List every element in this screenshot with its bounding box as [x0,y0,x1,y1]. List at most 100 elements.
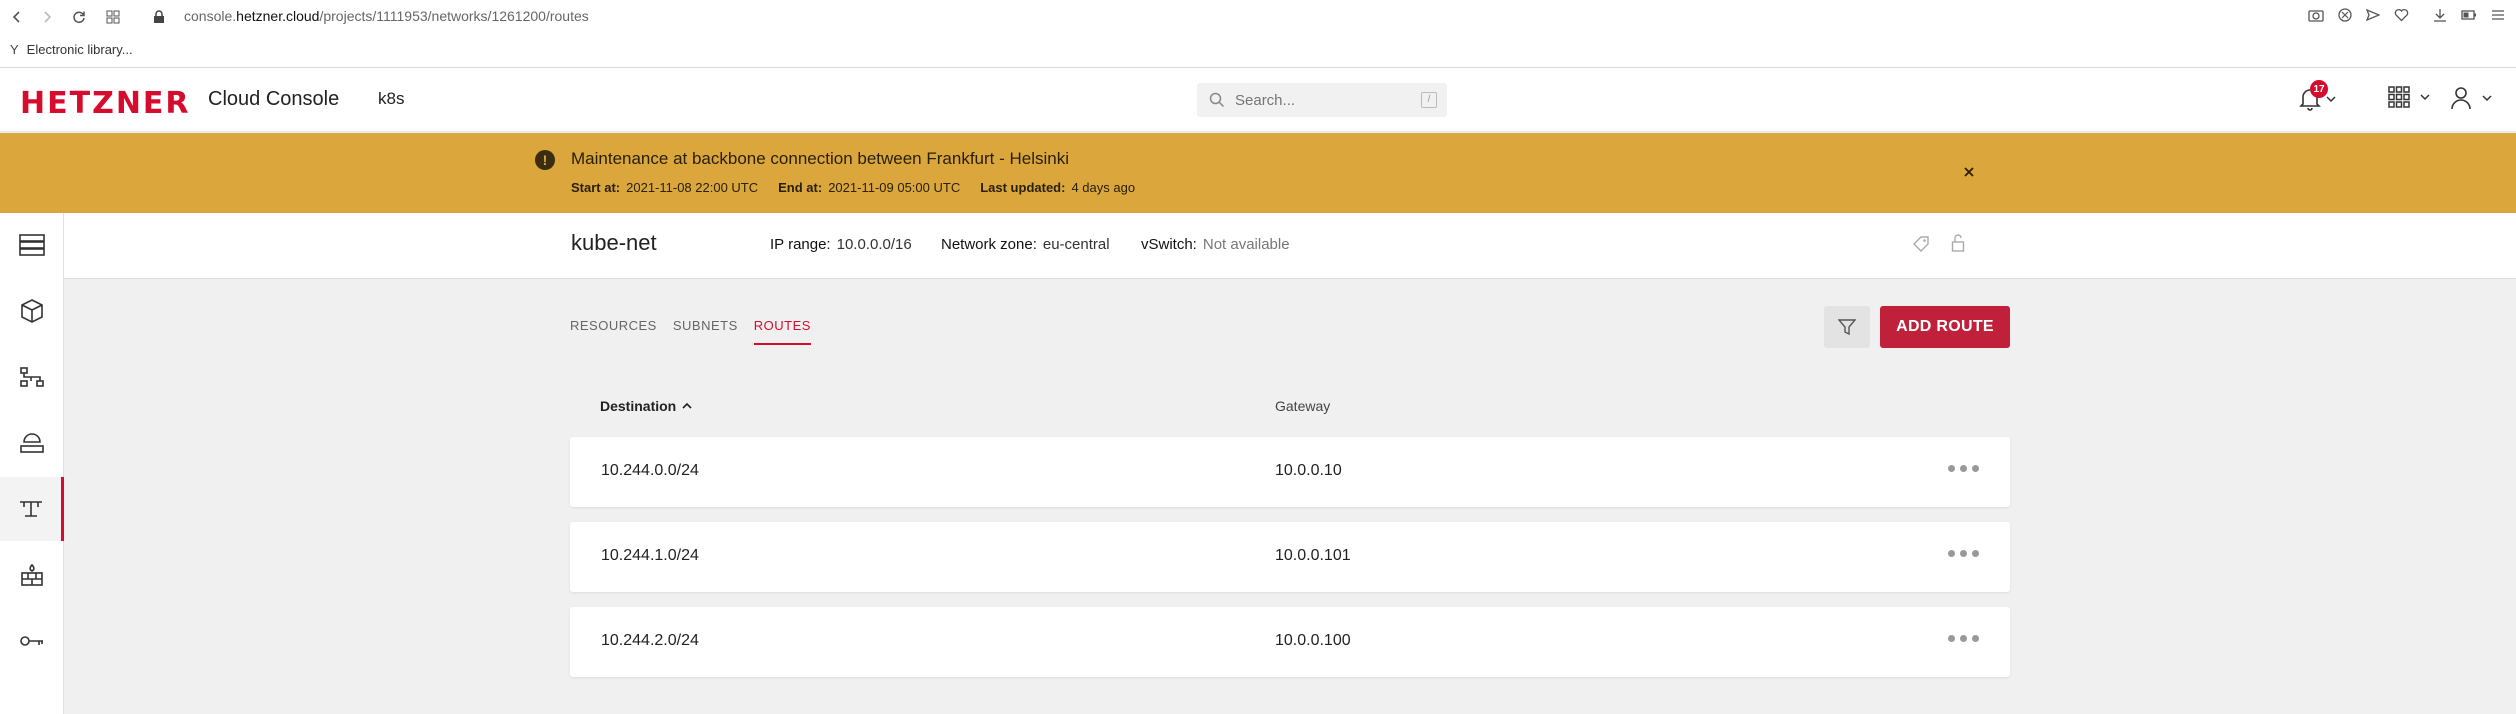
routes-table-header: Destination Gateway [570,395,2010,419]
download-icon[interactable] [2433,8,2447,22]
browser-toolbar [2308,8,2505,22]
menu-icon[interactable] [2491,9,2505,21]
notifications-button[interactable]: 17 [2298,80,2336,112]
url-prefix: console. [184,8,237,24]
table-row[interactable]: 10.244.2.0/24 10.0.0.100 [570,607,2010,677]
tab-subnets[interactable]: SUBNETS [673,318,738,345]
apps-grid-icon[interactable] [102,6,124,28]
tab-routes[interactable]: ROUTES [753,318,811,345]
sidebar-item-networks[interactable] [0,477,64,541]
route-destination: 10.244.1.0/24 [601,547,699,564]
ip-range-value: 10.0.0.0/16 [836,236,912,253]
unlock-icon[interactable] [1951,233,1965,253]
table-row[interactable]: 10.244.1.0/24 10.0.0.101 [570,522,2010,592]
shield-icon[interactable] [2338,8,2352,22]
more-options-icon[interactable] [1948,635,1979,642]
url-path: /projects/1111953/networks/1261200/route… [319,8,589,24]
column-gateway[interactable]: Gateway [1275,398,1330,414]
route-gateway: 10.0.0.100 [1275,632,1351,649]
route-destination: 10.244.0.0/24 [601,462,699,479]
bookmarks-bar: Y Electronic library... [10,42,133,57]
forward-icon[interactable] [36,6,58,28]
label-tag-icon[interactable] [1912,235,1930,253]
user-icon [2451,87,2471,110]
updated-label: Last updated: [980,180,1066,195]
more-options-icon[interactable] [1948,550,1979,557]
chevron-down-icon [2420,94,2430,101]
route-gateway: 10.0.0.101 [1275,547,1351,564]
more-options-icon[interactable] [1948,465,1979,472]
sidebar-item-firewalls[interactable] [0,543,64,607]
search-icon [1209,92,1225,108]
apps-grid-icon [2388,86,2410,108]
user-menu-button[interactable] [2450,86,2492,110]
sidebar [0,213,64,714]
add-route-button[interactable]: ADD ROUTE [1880,306,2010,348]
bookmark-link[interactable]: Electronic library... [27,42,133,57]
sort-ascending-icon [682,402,692,409]
route-gateway: 10.0.0.10 [1275,462,1342,479]
app-header: HETZNER Cloud Console k8s / 17 [0,68,2516,132]
ip-range-label: IP range: [770,236,831,253]
end-value: 2021-11-09 05:00 UTC [828,180,961,195]
heart-icon[interactable] [2394,8,2409,22]
load-balancer-icon [20,367,44,387]
end-label: End at: [778,180,823,195]
vswitch-label: vSwitch: [1141,236,1197,253]
back-icon[interactable] [6,6,28,28]
security-key-icon [20,636,43,646]
column-destination-label: Destination [600,398,677,414]
ip-range: IP range: 10.0.0.0/16 [770,236,912,253]
search-box[interactable]: / [1197,83,1447,117]
chevron-down-icon [2326,96,2336,103]
network-details-bar: kube-net IP range: 10.0.0.0/16 Network zo… [64,213,2516,279]
browser-chrome: console.hetzner.cloud/projects/1111953/n… [0,0,2516,68]
sidebar-item-servers[interactable] [0,213,64,277]
camera-icon[interactable] [2308,8,2324,22]
project-name[interactable]: k8s [378,89,404,109]
filter-icon [1838,319,1856,336]
servers-icon [19,234,45,256]
network-zone: Network zone: eu-central [941,236,1110,253]
sidebar-item-floating-ips[interactable] [0,411,64,475]
bookmark-favicon-icon: Y [10,42,19,57]
updated-value: 4 days ago [1071,180,1136,195]
networks-icon [19,501,42,517]
address-bar[interactable]: console.hetzner.cloud/projects/1111953/n… [184,8,589,24]
banner-details: Start at: 2021-11-08 22:00 UTC End at: 202… [571,180,1135,195]
vswitch-value: Not available [1202,236,1290,253]
search-shortcut-key: / [1421,92,1437,108]
network-zone-label: Network zone: [941,236,1037,253]
filter-button[interactable] [1824,306,1870,348]
network-zone-value: eu-central [1042,236,1110,253]
sidebar-item-load-balancers[interactable] [0,345,64,409]
start-value: 2021-11-08 22:00 UTC [626,180,759,195]
route-destination: 10.244.2.0/24 [601,632,699,649]
search-input[interactable] [1235,91,1405,109]
network-tabs: RESOURCES SUBNETS ROUTES [570,318,827,345]
vswitch: vSwitch: Not available [1141,236,1290,253]
floating-ip-icon [20,433,44,453]
app-title: Cloud Console [208,88,340,110]
lock-icon [148,6,170,28]
hetzner-logo[interactable]: HETZNER [20,86,191,121]
network-name[interactable]: kube-net [571,230,657,256]
sidebar-item-volumes[interactable] [0,279,64,343]
maintenance-banner: ! Maintenance at backbone connection bet… [0,133,2516,213]
table-row[interactable]: 10.244.0.0/24 10.0.0.10 [570,437,2010,507]
notification-badge: 17 [2310,80,2328,98]
column-destination[interactable]: Destination [600,398,692,414]
firewalls-icon [21,563,43,586]
url-host: hetzner.cloud [236,8,320,24]
close-icon[interactable] [1957,160,1981,184]
start-label: Start at: [571,180,621,195]
send-icon[interactable] [2366,8,2380,22]
banner-title: Maintenance at backbone connection betwe… [571,149,1070,168]
sidebar-item-security[interactable] [0,609,64,673]
alert-icon: ! [535,150,555,170]
tab-resources[interactable]: RESOURCES [570,318,657,345]
reload-icon[interactable] [68,6,90,28]
battery-icon[interactable] [2461,9,2477,21]
apps-menu-button[interactable] [2388,86,2430,108]
chevron-down-icon [2482,95,2492,102]
